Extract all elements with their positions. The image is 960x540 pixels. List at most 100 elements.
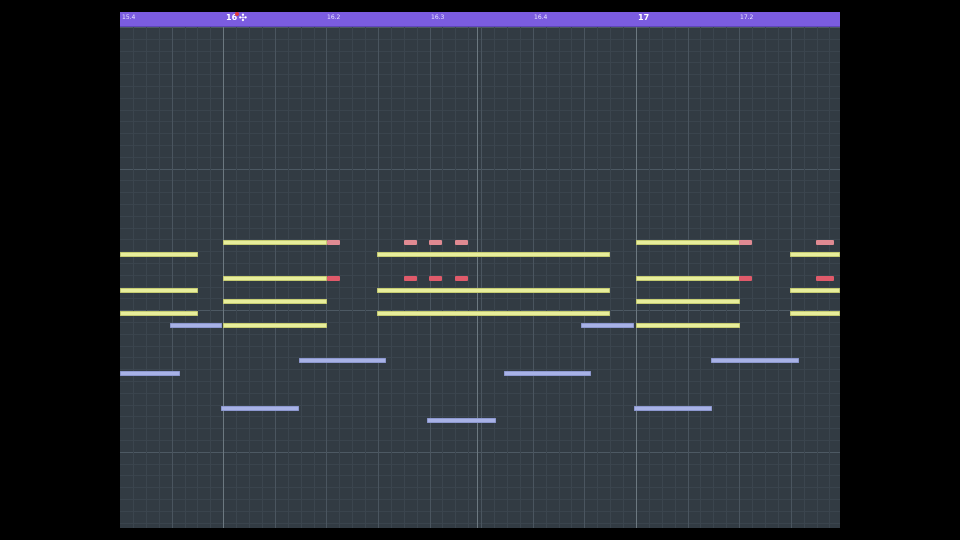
- key-row-line: [120, 499, 840, 500]
- key-row-line: [120, 523, 840, 524]
- accent-note[interactable]: [455, 276, 468, 281]
- ruler-label: 17.2: [740, 14, 754, 21]
- chord-note[interactable]: [120, 288, 198, 293]
- accent-note[interactable]: [739, 276, 752, 281]
- beat-line: [378, 27, 379, 528]
- key-row-line: [120, 133, 840, 134]
- subdivision-line: [494, 27, 495, 528]
- beat-line: [172, 27, 173, 528]
- key-row-line: [120, 192, 840, 193]
- subdivision-line: [146, 27, 147, 528]
- playhead-cursor-icon[interactable]: ✣: [238, 12, 248, 26]
- subdivision-line: [610, 27, 611, 528]
- key-row-line: [120, 110, 840, 111]
- subdivision-line: [391, 27, 392, 528]
- key-row-line: [120, 381, 840, 382]
- chord-note[interactable]: [377, 252, 610, 257]
- subdivision-line: [623, 27, 624, 528]
- chord-note[interactable]: [790, 252, 840, 257]
- chord-note[interactable]: [120, 252, 198, 257]
- accent-note[interactable]: [327, 240, 340, 245]
- bass-note[interactable]: [427, 418, 496, 423]
- bar-line: [477, 27, 478, 528]
- subdivision-line: [571, 27, 572, 528]
- ruler-label: 16.2: [327, 14, 341, 21]
- beat-line: [584, 27, 585, 528]
- bass-note[interactable]: [120, 371, 180, 376]
- accent-note[interactable]: [455, 240, 468, 245]
- chord-note[interactable]: [636, 276, 740, 281]
- subdivision-line: [159, 27, 160, 528]
- bass-note[interactable]: [221, 406, 299, 411]
- chord-note[interactable]: [377, 311, 610, 316]
- subdivision-line: [597, 27, 598, 528]
- chord-note[interactable]: [223, 299, 327, 304]
- subdivision-line: [133, 27, 134, 528]
- subdivision-line: [546, 27, 547, 528]
- ruler-label: 16.4: [534, 14, 548, 21]
- bass-note[interactable]: [634, 406, 712, 411]
- key-row-line: [120, 263, 840, 264]
- subdivision-line: [520, 27, 521, 528]
- key-row-line: [120, 475, 840, 476]
- key-row-line: [120, 62, 840, 63]
- subdivision-line: [778, 27, 779, 528]
- chord-note[interactable]: [223, 276, 327, 281]
- subdivision-line: [765, 27, 766, 528]
- note-grid[interactable]: [120, 27, 840, 528]
- accent-note[interactable]: [816, 240, 834, 245]
- subdivision-line: [804, 27, 805, 528]
- subdivision-line: [365, 27, 366, 528]
- key-row-line: [120, 86, 840, 87]
- key-row-line: [120, 393, 840, 394]
- key-row-line: [120, 39, 840, 40]
- bass-note[interactable]: [581, 323, 634, 328]
- accent-note[interactable]: [404, 276, 417, 281]
- key-row-line: [120, 157, 840, 158]
- chord-note[interactable]: [223, 323, 327, 328]
- bass-note[interactable]: [299, 358, 386, 363]
- key-row-line: [120, 27, 840, 28]
- ruler-label: 16.3: [431, 14, 445, 21]
- timeline-ruler[interactable]: 15.4 16 16.2 16.3 16.4 17 17.2 ✣: [120, 12, 840, 27]
- ruler-label: 17: [638, 13, 650, 22]
- bass-note[interactable]: [170, 323, 222, 328]
- key-row-line: [120, 428, 840, 429]
- key-row-line: [120, 440, 840, 441]
- accent-note[interactable]: [327, 276, 340, 281]
- beat-line: [481, 27, 482, 528]
- subdivision-line: [442, 27, 443, 528]
- chord-note[interactable]: [790, 288, 840, 293]
- accent-note[interactable]: [429, 240, 442, 245]
- key-row-line: [120, 511, 840, 512]
- chord-note[interactable]: [223, 240, 327, 245]
- chord-note[interactable]: [790, 311, 840, 316]
- chord-note[interactable]: [636, 299, 740, 304]
- piano-roll-editor[interactable]: 15.4 16 16.2 16.3 16.4 17 17.2 ✣: [120, 12, 840, 528]
- beat-line: [791, 27, 792, 528]
- subdivision-line: [197, 27, 198, 528]
- subdivision-line: [417, 27, 418, 528]
- subdivision-line: [210, 27, 211, 528]
- key-row-line: [120, 204, 840, 205]
- chord-note[interactable]: [636, 240, 740, 245]
- key-row-line: [120, 74, 840, 75]
- key-row-line: [120, 216, 840, 217]
- subdivision-line: [752, 27, 753, 528]
- chord-note[interactable]: [636, 323, 740, 328]
- accent-note[interactable]: [404, 240, 417, 245]
- chord-note[interactable]: [377, 288, 610, 293]
- key-row-line: [120, 334, 840, 335]
- key-row-line: [120, 169, 840, 170]
- accent-note[interactable]: [429, 276, 442, 281]
- beat-line: [533, 27, 534, 528]
- accent-note[interactable]: [739, 240, 752, 245]
- bass-note[interactable]: [504, 371, 591, 376]
- key-row-line: [120, 464, 840, 465]
- key-row-line: [120, 452, 840, 453]
- chord-note[interactable]: [120, 311, 198, 316]
- bass-note[interactable]: [711, 358, 799, 363]
- key-row-line: [120, 346, 840, 347]
- key-row-line: [120, 51, 840, 52]
- accent-note[interactable]: [816, 276, 834, 281]
